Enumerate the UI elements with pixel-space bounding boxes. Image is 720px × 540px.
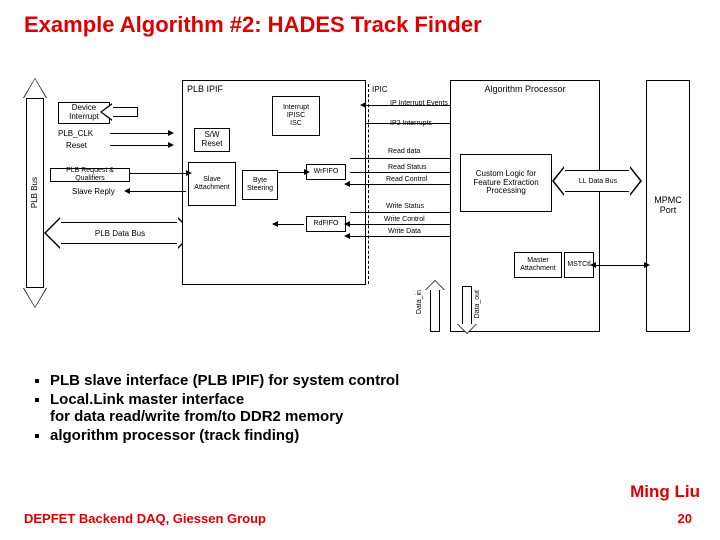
plb-req-arrow	[130, 173, 186, 174]
plb-bus-block: PLB Bus	[26, 98, 44, 288]
mpmc-block: MPMC Port	[646, 80, 690, 332]
plb-bus-arrow-down-fill	[24, 288, 46, 307]
data-out-shaft	[462, 286, 472, 326]
read-control-label: Read Control	[386, 176, 427, 184]
read-control-arrow	[350, 184, 450, 185]
data-in-head-fill	[426, 281, 444, 290]
ip2-int-arrow	[366, 123, 450, 124]
write-status-label: Write Status	[386, 203, 424, 211]
write-status-arrow	[350, 212, 450, 213]
bs-wrfifo-arrow	[278, 172, 304, 173]
page-number: 20	[678, 511, 692, 526]
footer-text: DEPFET Backend DAQ, Giessen Group	[24, 511, 266, 526]
read-data-arrow	[350, 158, 450, 159]
block-diagram: PLB Bus Device Interrupt PLB_CLK Reset P…	[10, 60, 710, 345]
int-events-arrow	[366, 105, 450, 106]
wrfifo-block: WrFIFO	[306, 164, 346, 180]
plb-bus-arrow-up-fill	[24, 79, 46, 98]
write-data-label: Write Data	[388, 228, 421, 236]
write-data-arrow	[350, 236, 450, 237]
write-control-label: Write Control	[384, 216, 425, 224]
data-out-label: Data_out	[474, 290, 482, 318]
alg-proc-label: Algorithm Processor	[484, 85, 565, 95]
plb-clk-arrow	[110, 133, 168, 134]
bs-rdfifo-arrow	[278, 224, 304, 225]
bullet-item: algorithm processor (track finding)	[50, 427, 399, 444]
author-name: Ming Liu	[630, 482, 700, 502]
plb-clk-label: PLB_CLK	[58, 130, 93, 139]
reset-arrow	[110, 145, 168, 146]
slave-reply-arrow	[130, 191, 186, 192]
read-data-label: Read data	[388, 148, 420, 156]
plb-ipif-label: PLB IPIF	[187, 85, 223, 95]
bullet-item: Local.Link master interfacefor data read…	[50, 391, 399, 425]
data-out-head-fill	[458, 324, 476, 333]
data-in-label: Data_in	[416, 290, 424, 314]
rdfifo-block: RdFIFO	[306, 216, 346, 232]
byte-steer-block: Byte Steering	[242, 170, 278, 200]
bullet-item: PLB slave interface (PLB IPIF) for syste…	[50, 372, 399, 389]
read-status-arrow	[350, 172, 450, 173]
ip-int-events-label: IP Interrupt Events	[390, 100, 448, 108]
slave-reply-label: Slave Reply	[72, 188, 115, 197]
write-control-arrow	[350, 224, 450, 225]
interrupt-block: Interrupt IPISC ISC	[272, 96, 320, 136]
bullet-list: PLB slave interface (PLB IPIF) for syste…	[32, 372, 399, 446]
ipic-label: IPIC	[372, 86, 388, 95]
plb-req-block: PLB Request & Qualifiers	[50, 168, 130, 182]
plb-bus-label: PLB Bus	[31, 177, 40, 208]
sw-reset-block: S/W Reset	[194, 128, 230, 152]
master-attach-block: Master Attachment	[514, 252, 562, 278]
read-status-label: Read Status	[388, 164, 427, 172]
mst-mpmc-arrow	[596, 265, 644, 266]
slide-title: Example Algorithm #2: HADES Track Finder	[24, 12, 482, 38]
slave-attach-block: Slave Attachment	[188, 162, 236, 206]
reset-label: Reset	[66, 142, 87, 151]
custom-logic-block: Custom Logic for Feature Extraction Proc…	[460, 154, 552, 212]
data-in-shaft	[430, 286, 440, 332]
